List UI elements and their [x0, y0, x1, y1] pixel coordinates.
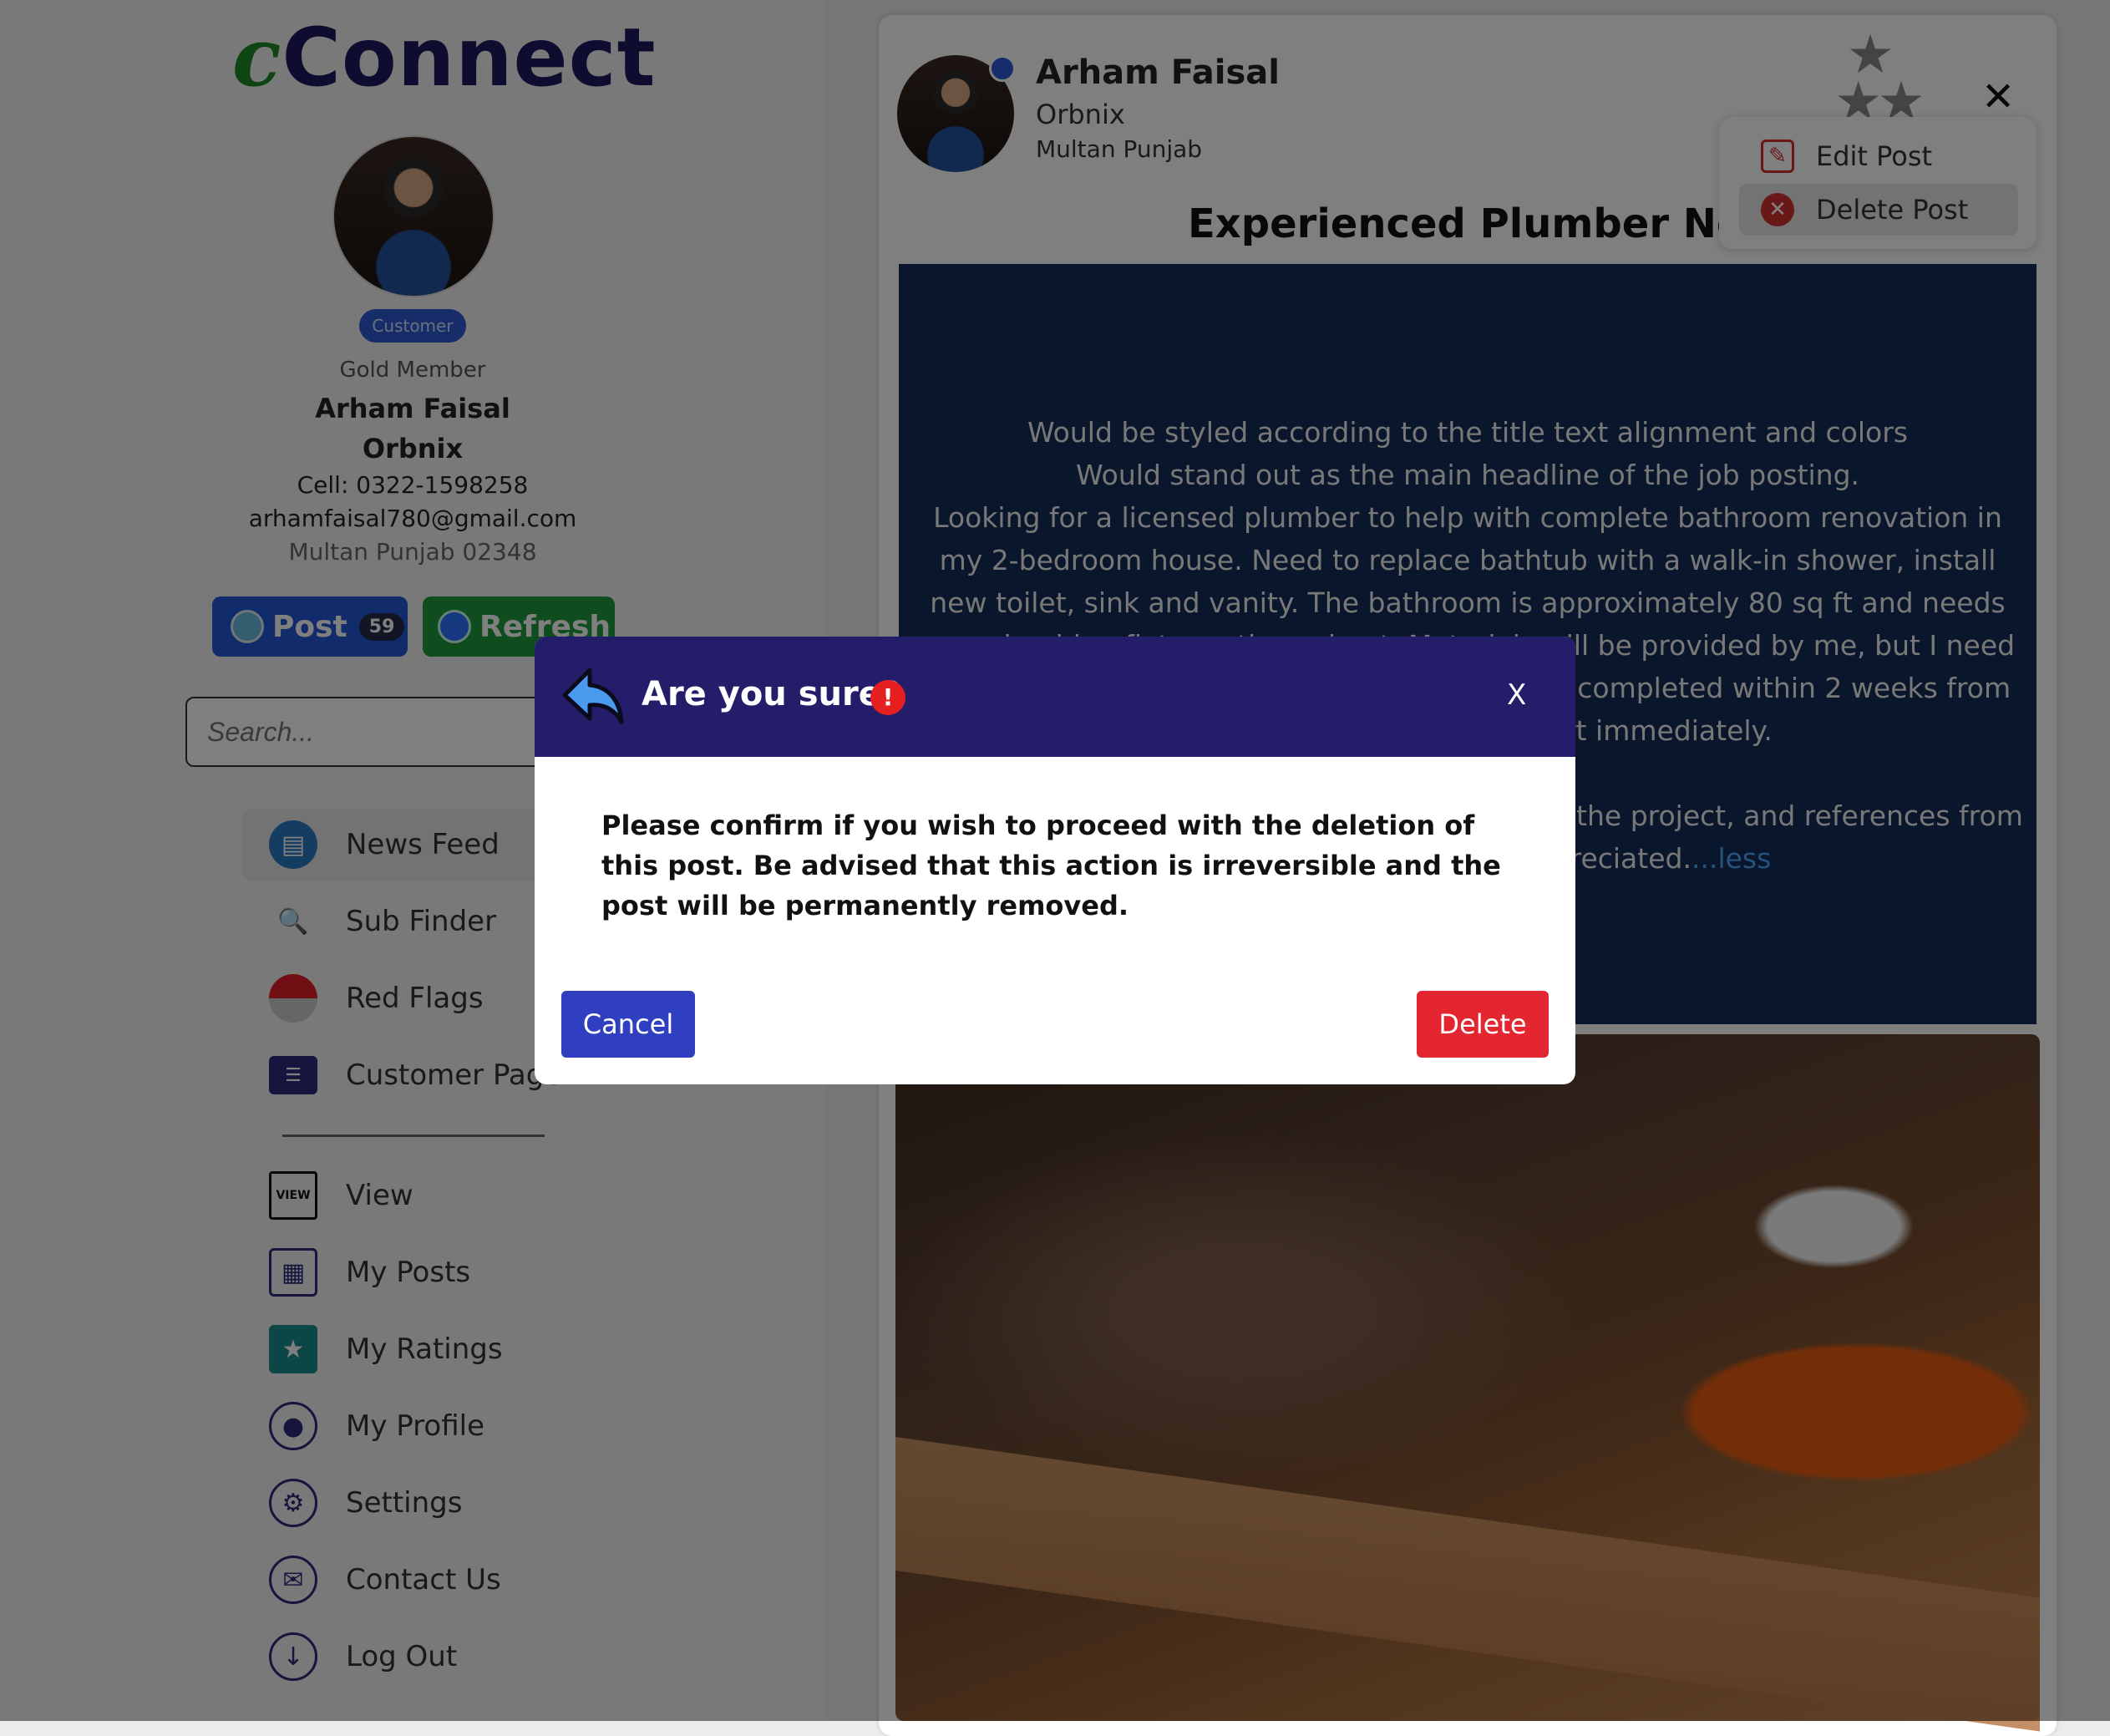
reply-arrow-icon	[562, 667, 624, 724]
confirm-delete-dialog: Are you sure? ! X Please confirm if you …	[535, 637, 1575, 1084]
dialog-title: Are you sure?	[642, 675, 901, 713]
delete-button[interactable]: Delete	[1417, 991, 1549, 1058]
warning-icon: !	[870, 680, 905, 715]
dialog-close-button[interactable]: X	[1507, 678, 1526, 712]
dialog-message: Please confirm if you wish to proceed wi…	[601, 810, 1501, 921]
cancel-button[interactable]: Cancel	[561, 991, 695, 1058]
dialog-header: Are you sure? ! X	[535, 637, 1575, 757]
